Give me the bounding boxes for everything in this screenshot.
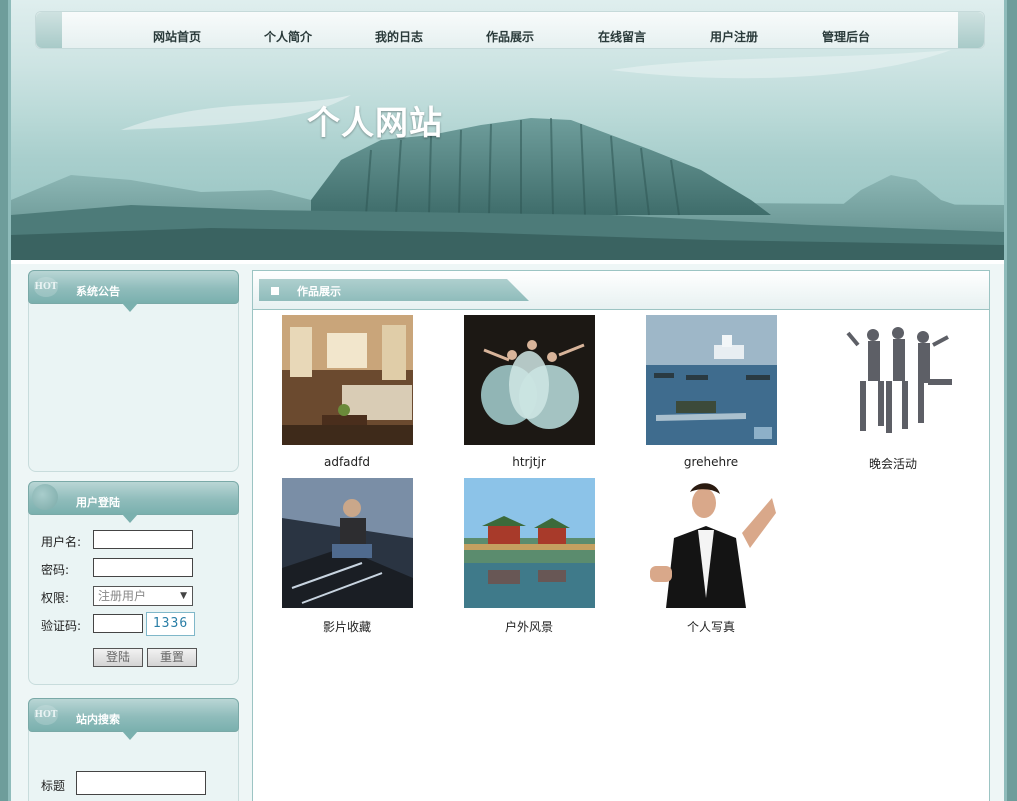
login-button[interactable]: 登陆 — [93, 648, 143, 667]
nav-home[interactable]: 网站首页 — [153, 28, 201, 45]
announcement-header: HOT 系统公告 — [28, 270, 239, 312]
search-header: HOT 站内搜索 — [28, 698, 239, 740]
work-caption: 个人写真 — [686, 620, 735, 634]
announcement-title: 系统公告 — [76, 285, 120, 298]
section-title: 作品展示 — [297, 285, 341, 298]
search-title-input[interactable] — [76, 771, 206, 795]
captcha-image[interactable]: 1336 — [146, 612, 195, 636]
role-select[interactable]: 注册用户 ▼ — [93, 586, 193, 606]
work-caption: grehehre — [683, 455, 739, 469]
password-input[interactable] — [93, 558, 193, 577]
work-item[interactable]: htrjtjr — [454, 315, 604, 469]
hot-badge-icon: HOT — [34, 705, 58, 725]
work-caption: 影片收藏 — [322, 620, 371, 634]
page-frame: 网站首页 个人简介 我的日志 作品展示 在线留言 用户注册 管理后台 个人网站 … — [8, 0, 1007, 801]
nav-works[interactable]: 作品展示 — [486, 28, 534, 45]
announcement-panel: HOT 系统公告 — [28, 270, 239, 472]
header-pointer-icon — [122, 514, 138, 523]
work-item[interactable]: 影片收藏 — [272, 478, 422, 635]
movie-poster-photo[interactable] — [281, 478, 413, 608]
role-label: 权限: — [41, 591, 70, 605]
nav-ornament-right — [958, 12, 984, 48]
work-item[interactable]: grehehre — [636, 315, 786, 469]
login-panel: 用户登陆 用户名: 密码: 权限: 注册用户 ▼ 验证码: 1336 登陆 重置 — [28, 481, 239, 685]
ballet-dancers-photo[interactable] — [463, 315, 595, 445]
work-caption: adfadfd — [323, 455, 370, 469]
portrait-photo[interactable] — [645, 478, 777, 608]
captcha-input[interactable] — [93, 614, 143, 633]
site-search-panel: HOT 站内搜索 标题 — [28, 698, 239, 801]
living-room-photo[interactable] — [281, 315, 413, 445]
work-item[interactable]: 户外风景 — [454, 478, 604, 635]
square-bullet-icon — [271, 287, 279, 295]
password-label: 密码: — [41, 563, 70, 577]
captcha-label: 验证码: — [41, 619, 82, 633]
nav-register[interactable]: 用户注册 — [710, 28, 758, 45]
work-item[interactable]: 个人写真 — [636, 478, 786, 635]
header-pointer-icon — [122, 303, 138, 312]
hot-badge-icon: HOT — [34, 277, 58, 297]
username-label: 用户名: — [41, 535, 82, 549]
reset-button[interactable]: 重置 — [147, 648, 197, 667]
login-title: 用户登陆 — [76, 496, 120, 509]
search-title: 站内搜索 — [76, 713, 120, 726]
header-banner: 网站首页 个人简介 我的日志 作品展示 在线留言 用户注册 管理后台 个人网站 — [11, 0, 1004, 264]
work-item[interactable]: adfadfd — [272, 315, 422, 469]
work-caption: 户外风景 — [504, 620, 553, 634]
works-section: 作品展示 adfadfd htrjtjr grehehre 晚会活动 影片收藏 … — [252, 270, 990, 801]
username-input[interactable] — [93, 530, 193, 549]
nav-ornament-left — [36, 12, 62, 48]
work-item[interactable]: 晚会活动 — [818, 315, 968, 472]
works-section-header: 作品展示 — [253, 271, 989, 310]
leaf-ornament-icon — [32, 484, 58, 510]
header-pointer-icon — [122, 731, 138, 740]
login-header: 用户登陆 — [28, 481, 239, 523]
search-title-label: 标题 — [41, 779, 66, 793]
dropdown-arrow-icon: ▼ — [180, 591, 187, 601]
top-navigation-bar: 网站首页 个人简介 我的日志 作品展示 在线留言 用户注册 管理后台 — [35, 11, 985, 49]
pavilion-lake-photo[interactable] — [463, 478, 595, 608]
work-caption: htrjtjr — [512, 455, 546, 469]
nav-blog[interactable]: 我的日志 — [375, 28, 423, 45]
role-select-value: 注册用户 — [98, 589, 147, 603]
nav-profile[interactable]: 个人简介 — [264, 28, 312, 45]
nav-admin[interactable]: 管理后台 — [822, 28, 870, 45]
dance-troupe-photo[interactable] — [827, 315, 959, 445]
work-caption: 晚会活动 — [868, 457, 917, 471]
site-title: 个人网站 — [307, 103, 443, 142]
navy-ships-photo[interactable] — [645, 315, 777, 445]
nav-guestbook[interactable]: 在线留言 — [598, 28, 646, 45]
